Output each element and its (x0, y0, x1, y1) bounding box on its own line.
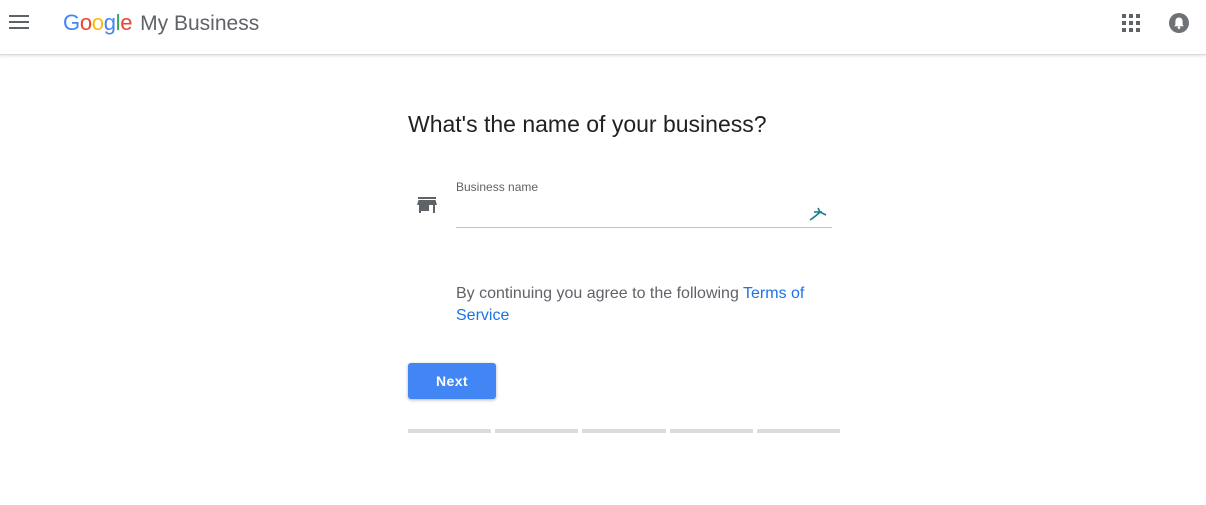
business-name-input[interactable] (456, 198, 832, 228)
business-name-label: Business name (456, 180, 539, 194)
logo-letter: o (79, 10, 92, 35)
storefront-icon (417, 195, 437, 215)
autofill-extension-icon[interactable] (808, 206, 830, 222)
progress-step (408, 429, 492, 433)
progress-step (669, 429, 753, 433)
next-button[interactable]: Next (408, 363, 496, 399)
terms-notice: By continuing you agree to the following… (456, 283, 836, 327)
apps-grid-icon[interactable] (1118, 10, 1144, 36)
progress-step (582, 429, 666, 433)
logo-letter: G (63, 10, 80, 35)
logo-letter: o (91, 10, 104, 35)
hamburger-menu-icon[interactable] (6, 9, 32, 35)
progress-indicator (408, 429, 841, 433)
progress-step (495, 429, 579, 433)
google-my-business-logo[interactable]: Google My Business (63, 10, 259, 38)
account-bell-icon[interactable] (1166, 10, 1192, 36)
progress-step (756, 429, 841, 433)
terms-prefix: By continuing you agree to the following (456, 285, 744, 302)
product-name: My Business (140, 12, 260, 35)
page-title: What's the name of your business? (408, 111, 767, 137)
google-wordmark: Google (63, 10, 132, 36)
logo-letter: g (103, 10, 116, 35)
top-app-bar: Google My Business (0, 0, 1206, 55)
logo-letter: e (120, 10, 133, 35)
